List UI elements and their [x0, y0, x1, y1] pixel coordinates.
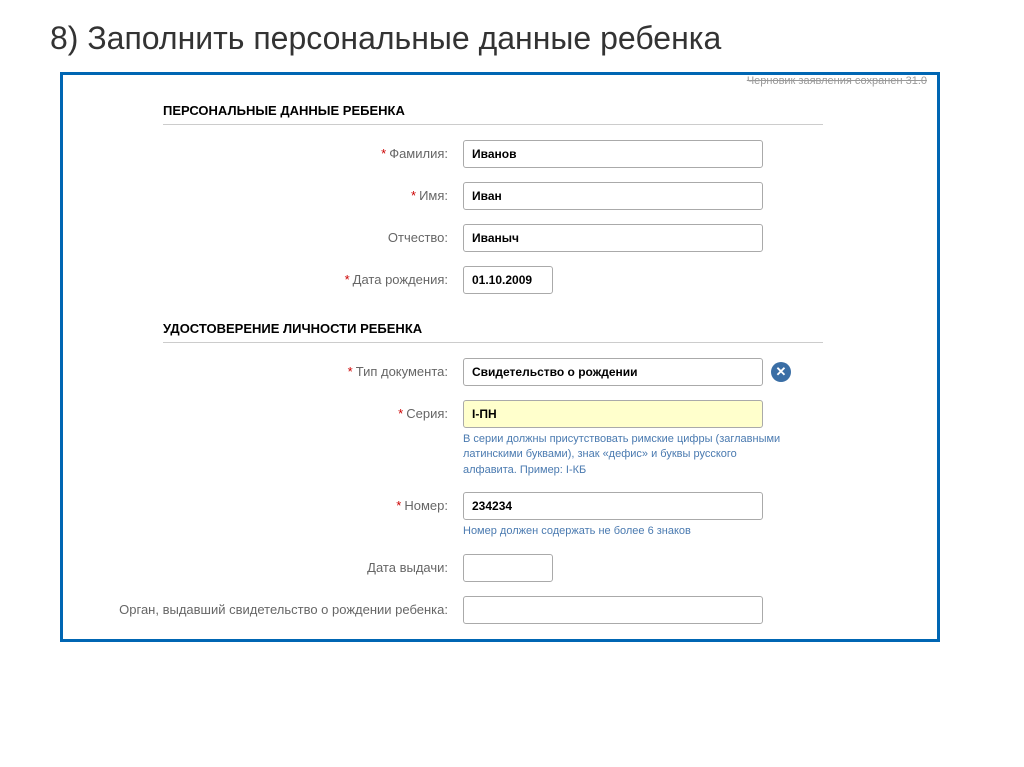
birthdate-input[interactable]: [463, 266, 553, 294]
draft-saved-note: Черновик заявления сохранен 31.0: [747, 75, 927, 87]
row-doctype: *Тип документа: ✕: [63, 358, 937, 386]
section-header-personal: ПЕРСОНАЛЬНЫЕ ДАННЫЕ РЕБЕНКА: [163, 95, 823, 125]
patronymic-input[interactable]: [463, 224, 763, 252]
doctype-select[interactable]: [463, 358, 763, 386]
name-input[interactable]: [463, 182, 763, 210]
label-surname: *Фамилия:: [63, 140, 463, 161]
row-name: *Имя:: [63, 182, 937, 210]
required-marker: *: [381, 146, 386, 161]
row-surname: *Фамилия:: [63, 140, 937, 168]
section-header-identity: УДОСТОВЕРЕНИЕ ЛИЧНОСТИ РЕБЕНКА: [163, 313, 823, 343]
label-name: *Имя:: [63, 182, 463, 203]
required-marker: *: [396, 498, 401, 513]
label-patronymic: Отчество:: [63, 224, 463, 245]
slide-title: 8) Заполнить персональные данные ребенка: [50, 20, 994, 57]
row-issuer: Орган, выдавший свидетельство о рождении…: [63, 596, 937, 624]
series-input[interactable]: [463, 400, 763, 428]
issue-date-input[interactable]: [463, 554, 553, 582]
surname-input[interactable]: [463, 140, 763, 168]
label-number: *Номер:: [63, 492, 463, 513]
clear-doctype-icon[interactable]: ✕: [771, 362, 791, 382]
label-birthdate: *Дата рождения:: [63, 266, 463, 287]
number-input[interactable]: [463, 492, 763, 520]
row-patronymic: Отчество:: [63, 224, 937, 252]
number-hint: Номер должен содержать не более 6 знаков: [463, 524, 783, 539]
label-series: *Серия:: [63, 400, 463, 421]
row-number: *Номер: Номер должен содержать не более …: [63, 492, 937, 539]
label-issuer: Орган, выдавший свидетельство о рождении…: [63, 596, 463, 617]
row-issue-date: Дата выдачи:: [63, 554, 937, 582]
required-marker: *: [398, 406, 403, 421]
series-hint: В серии должны присутствовать римские ци…: [463, 432, 783, 478]
required-marker: *: [348, 364, 353, 379]
row-birthdate: *Дата рождения:: [63, 266, 937, 294]
issuer-input[interactable]: [463, 596, 763, 624]
form-frame: Черновик заявления сохранен 31.0 ПЕРСОНА…: [60, 72, 940, 642]
form-content: ПЕРСОНАЛЬНЫЕ ДАННЫЕ РЕБЕНКА *Фамилия: *И…: [63, 75, 937, 624]
row-series: *Серия: В серии должны присутствовать ри…: [63, 400, 937, 478]
required-marker: *: [345, 272, 350, 287]
required-marker: *: [411, 188, 416, 203]
label-issue-date: Дата выдачи:: [63, 554, 463, 575]
label-doctype: *Тип документа:: [63, 358, 463, 379]
